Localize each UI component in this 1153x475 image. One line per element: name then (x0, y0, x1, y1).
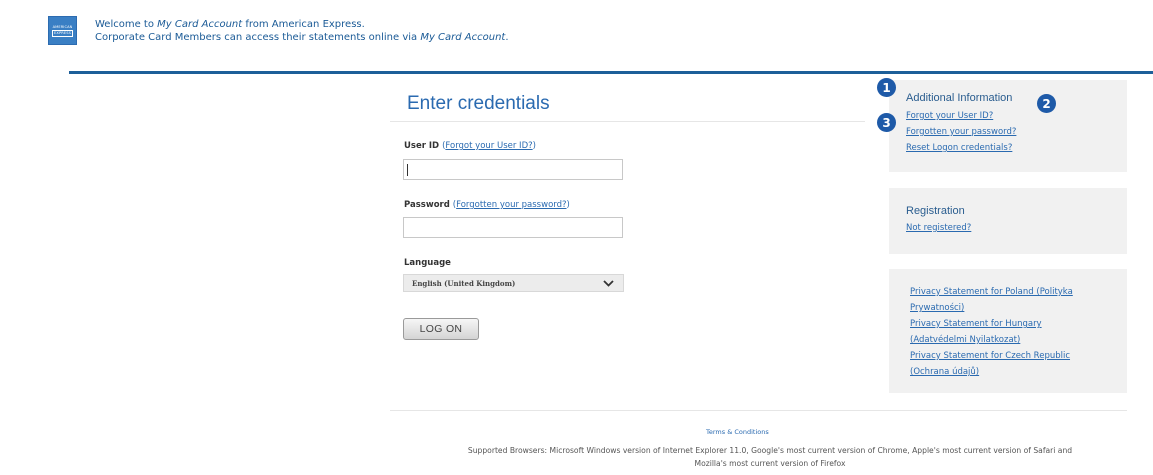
chevron-down-icon (603, 280, 614, 287)
password-input[interactable] (403, 217, 623, 238)
page-title: Enter credentials (407, 93, 550, 114)
password-label: Password (404, 200, 450, 210)
language-select[interactable]: English (United Kingdom) (403, 274, 624, 292)
reset-logon-credentials-link[interactable]: Reset Logon credentials? (906, 143, 1012, 153)
registration-panel: Registration Not registered? (889, 188, 1127, 254)
additional-info-panel: Additional Information Forgot your User … (889, 80, 1127, 172)
logon-button[interactable]: LOG ON (403, 318, 479, 340)
line2-product: My Card Account (420, 31, 506, 43)
additional-forgotten-password-link[interactable]: Forgotten your password? (906, 127, 1016, 137)
privacy-poland-link-line2[interactable]: Prywatności) (910, 303, 964, 313)
annotation-badge-3: 3 (877, 113, 896, 132)
text-cursor (407, 164, 408, 176)
footer-divider (390, 410, 1127, 411)
privacy-hungary-link-line1[interactable]: Privacy Statement for Hungary (910, 319, 1042, 329)
not-registered-link[interactable]: Not registered? (906, 223, 971, 233)
privacy-czech-link-line1[interactable]: Privacy Statement for Czech Republic (910, 351, 1070, 361)
user-id-label-row: User ID (Forgot your User ID?) (404, 141, 536, 151)
language-selected-value: English (United Kingdom) (412, 279, 516, 288)
title-divider (390, 121, 865, 122)
paren-close: ) (566, 200, 570, 210)
privacy-panel: Privacy Statement for Poland (Polityka P… (889, 269, 1127, 393)
browsers-line-1: Supported Browsers: Microsoft Windows ve… (467, 446, 1073, 455)
password-label-row: Password (Forgotten your password?) (404, 200, 570, 210)
logo-text-bottom: EXPRESS (52, 29, 73, 37)
language-label: Language (404, 258, 451, 268)
user-id-label: User ID (404, 141, 440, 151)
welcome-line-1: Welcome to My Card Account from American… (95, 19, 509, 32)
welcome-prefix: Welcome to (95, 19, 158, 30)
privacy-hungary-link-line2[interactable]: (Adatvédelmi Nyilatkozat) (910, 335, 1020, 345)
browsers-line-2: Mozilla's most current version of Firefo… (694, 458, 846, 468)
forgot-user-id-link[interactable]: Forgot your User ID? (445, 141, 532, 151)
line2-prefix: Corporate Card Members can access their … (95, 31, 421, 43)
amex-logo: AMERICAN EXPRESS (48, 16, 77, 45)
forgotten-password-link[interactable]: Forgotten your password? (456, 200, 566, 210)
privacy-czech-link-line2[interactable]: (Ochrana údajů) (910, 367, 979, 377)
welcome-line-2: Corporate Card Members can access their … (95, 32, 509, 45)
supported-browsers-text: Supported Browsers: Microsoft Windows ve… (390, 445, 1150, 470)
privacy-poland-link-line1[interactable]: Privacy Statement for Poland (Polityka (910, 287, 1073, 297)
welcome-suffix: from American Express. (242, 19, 365, 30)
annotation-badge-1: 1 (877, 78, 896, 97)
terms-conditions-link[interactable]: Terms & Conditions (706, 428, 769, 436)
additional-info-heading: Additional Information (906, 92, 1013, 104)
user-id-input[interactable] (403, 159, 623, 180)
welcome-message: Welcome to My Card Account from American… (95, 19, 509, 44)
header-divider (69, 71, 1153, 74)
additional-forgot-user-id-link[interactable]: Forgot your User ID? (906, 111, 993, 121)
welcome-product: My Card Account (157, 19, 243, 30)
paren-close: ) (532, 141, 536, 151)
registration-heading: Registration (906, 205, 965, 217)
line2-suffix: . (505, 31, 509, 43)
annotation-badge-2: 2 (1037, 94, 1056, 113)
